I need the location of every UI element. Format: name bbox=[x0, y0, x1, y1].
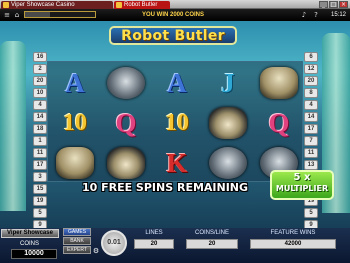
game-logo: Robot Butler bbox=[109, 26, 237, 45]
home-icon[interactable]: ⌂ bbox=[13, 11, 21, 19]
payline-marker[interactable]: 15 bbox=[33, 184, 47, 194]
reel-symbol-a: A bbox=[65, 67, 85, 98]
game-icon bbox=[116, 2, 122, 8]
feature-wins-value: 42000 bbox=[250, 239, 336, 249]
brand-label: Viper Showcase bbox=[1, 229, 59, 238]
multiplier-badge: 5 x MULTIPLIER bbox=[270, 170, 334, 200]
reel-symbol-a: A bbox=[167, 67, 187, 98]
progress-bar bbox=[24, 11, 96, 18]
coins-per-line-label: COINS/LINE bbox=[194, 230, 229, 236]
payline-marker[interactable]: 11 bbox=[304, 148, 318, 158]
maximize-button[interactable]: □ bbox=[329, 1, 338, 8]
robot-icon bbox=[209, 147, 247, 179]
reel-symbol-bot-icon bbox=[50, 143, 100, 183]
coins-per-line-stat: COINS/LINE 20 bbox=[186, 230, 238, 258]
payline-marker[interactable]: 20 bbox=[33, 76, 47, 86]
payline-marker[interactable]: 10 bbox=[33, 88, 47, 98]
close-button[interactable]: × bbox=[339, 1, 348, 8]
bot-icon bbox=[260, 67, 298, 99]
payline-marker[interactable]: 6 bbox=[304, 52, 318, 62]
payline-marker[interactable]: 14 bbox=[304, 112, 318, 122]
games-button[interactable]: GAMES bbox=[63, 228, 91, 236]
tab-casino[interactable]: Viper Showcase Casino bbox=[1, 1, 113, 9]
left-payline-markers: 16 2 20 10 4 14 18 1 11 17 3 15 19 5 9 bbox=[33, 52, 47, 232]
payline-marker[interactable]: 8 bbox=[304, 88, 318, 98]
reel-symbol-robot-icon bbox=[101, 63, 151, 103]
coins-balance: 10000 bbox=[11, 249, 57, 259]
payline-marker[interactable]: 3 bbox=[33, 172, 47, 182]
sound-icon[interactable]: ♪ bbox=[300, 11, 308, 19]
payline-marker[interactable]: 17 bbox=[304, 124, 318, 134]
reel-grid: A 10 Q A 10 K J Q bbox=[47, 61, 303, 182]
left-tower bbox=[0, 41, 26, 211]
payline-marker[interactable]: 18 bbox=[33, 124, 47, 134]
clock: 15:12 bbox=[330, 12, 346, 18]
bank-button[interactable]: BANK bbox=[63, 237, 91, 245]
car-icon bbox=[107, 147, 145, 179]
payline-marker[interactable]: 14 bbox=[33, 112, 47, 122]
menu-icon[interactable]: ≡ bbox=[3, 11, 11, 19]
coins-per-line-value: 20 bbox=[186, 239, 238, 249]
multiplier-value: 5 x bbox=[293, 172, 311, 183]
progress-fill bbox=[25, 12, 50, 17]
reel-symbol-10: 10 bbox=[63, 110, 87, 136]
payline-marker[interactable]: 13 bbox=[304, 160, 318, 170]
win-message: YOU WIN 2000 COINS bbox=[141, 12, 204, 18]
help-icon[interactable]: ? bbox=[312, 11, 320, 19]
reel-symbol-q: Q bbox=[115, 107, 137, 138]
payline-marker[interactable]: 16 bbox=[33, 52, 47, 62]
reel-symbol-10: 10 bbox=[165, 110, 189, 136]
window-controls: _ □ × bbox=[319, 1, 348, 8]
game-area: Robot Butler 16 2 20 10 4 14 18 1 11 17 3 15 19 5 9 61… bbox=[0, 21, 350, 230]
lines-label: LINES bbox=[145, 230, 163, 236]
status-bar: ≡ ⌂ YOU WIN 2000 COINS ♪ ? 15:12 bbox=[0, 9, 350, 21]
payline-marker[interactable]: 20 bbox=[304, 76, 318, 86]
reel-symbol-j: J bbox=[221, 67, 235, 98]
payline-marker[interactable]: 4 bbox=[304, 100, 318, 110]
tab-casino-label: Viper Showcase Casino bbox=[11, 2, 75, 8]
expert-button[interactable]: EXPERT bbox=[63, 246, 91, 254]
payline-marker[interactable]: 12 bbox=[304, 64, 318, 74]
reel-symbol-car-icon bbox=[101, 143, 151, 183]
lines-value: 20 bbox=[134, 239, 174, 249]
right-payline-markers: 61220841417711133151959 bbox=[304, 52, 318, 232]
payline-marker[interactable]: 1 bbox=[33, 136, 47, 146]
minimize-button[interactable]: _ bbox=[319, 1, 328, 8]
payline-marker[interactable]: 7 bbox=[304, 136, 318, 146]
lines-stat: LINES 20 bbox=[134, 230, 174, 258]
browser-tab-bar: Viper Showcase Casino Robot Butler _ □ × bbox=[0, 0, 350, 9]
reel-symbol-robot-icon bbox=[203, 143, 253, 183]
payline-marker[interactable]: 19 bbox=[33, 196, 47, 206]
reel-symbol-k: K bbox=[166, 147, 188, 178]
payline-marker[interactable]: 5 bbox=[33, 208, 47, 218]
tab-robot-butler[interactable]: Robot Butler bbox=[114, 1, 170, 9]
settings-icon[interactable]: ⚙ bbox=[92, 247, 100, 255]
feature-wins-stat: FEATURE WINS 42000 bbox=[250, 230, 336, 258]
casino-icon bbox=[3, 2, 9, 8]
reel-symbol-bot-icon bbox=[254, 63, 304, 103]
game-window: Viper Showcase Casino Robot Butler _ □ ×… bbox=[0, 0, 350, 263]
bot-icon bbox=[56, 147, 94, 179]
coins-label: COINS bbox=[20, 241, 40, 247]
feature-wins-label: FEATURE WINS bbox=[270, 230, 316, 236]
multiplier-label: MULTIPLIER bbox=[275, 184, 329, 193]
payline-marker[interactable]: 4 bbox=[33, 100, 47, 110]
reel-symbol-car-icon bbox=[203, 103, 253, 143]
car-icon bbox=[209, 107, 247, 139]
robot-icon bbox=[107, 67, 145, 99]
control-panel: Viper Showcase COINS 10000 GAMES BANK EX… bbox=[0, 228, 350, 263]
payline-marker[interactable]: 5 bbox=[304, 208, 318, 218]
reel-symbol-q: Q bbox=[268, 107, 290, 138]
tab-robot-butler-label: Robot Butler bbox=[124, 2, 158, 8]
payline-marker[interactable]: 17 bbox=[33, 160, 47, 170]
payline-marker[interactable]: 11 bbox=[33, 148, 47, 158]
payline-marker[interactable]: 2 bbox=[33, 64, 47, 74]
coin-chip[interactable]: 0.01 bbox=[101, 230, 127, 256]
free-spins-remaining: 10 FREE SPINS REMAINING bbox=[81, 181, 249, 194]
